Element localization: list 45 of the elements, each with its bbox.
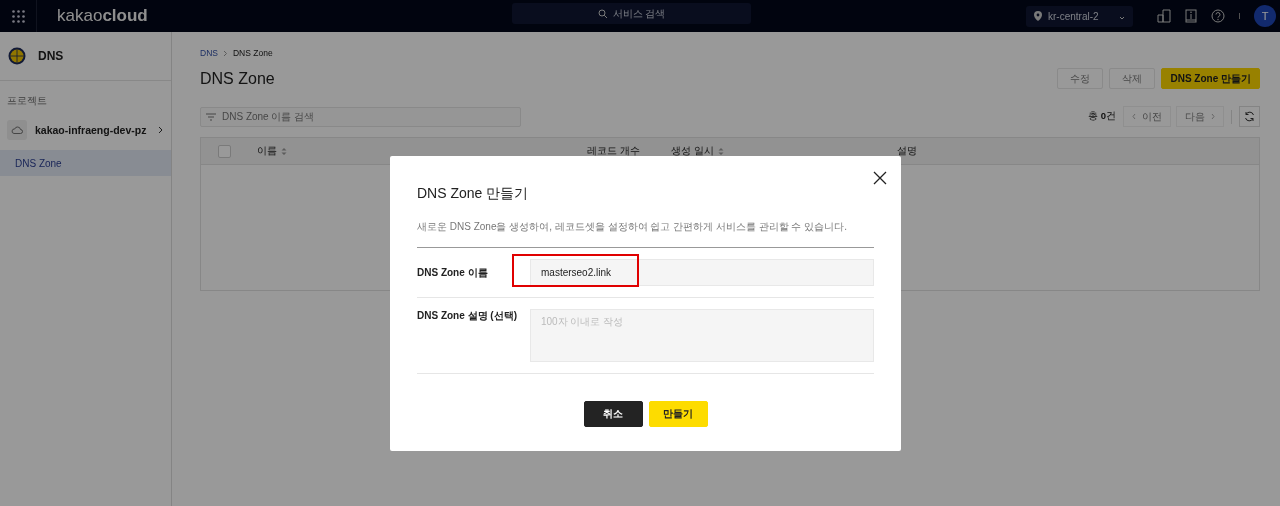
filter-icon	[206, 112, 216, 121]
filter-search-field[interactable]: DNS Zone 이름 검색	[200, 106, 521, 127]
column-header[interactable]: 이름	[257, 144, 277, 158]
dialog-title: DNS Zone 만들기	[417, 185, 530, 203]
cancel-button[interactable]: 취소	[583, 401, 643, 427]
help-icon[interactable]	[1211, 9, 1225, 23]
dialog-description: 새로운 DNS Zone을 생성하여, 레코드셋을 설정하여 쉽고 간편하게 서비스를 관리할 수 있습니다.	[417, 220, 874, 248]
column-header: 레코드 개수	[587, 144, 640, 158]
globe-icon	[8, 47, 26, 65]
region-selector[interactable]: kr-central-2	[1026, 5, 1133, 27]
chevron-right-icon	[222, 49, 228, 57]
breadcrumb-current: DNS Zone	[232, 48, 273, 58]
refresh-button[interactable]	[1239, 106, 1260, 127]
create-button[interactable]: 만들기	[648, 401, 708, 427]
building-icon[interactable]	[1157, 9, 1171, 23]
user-avatar[interactable]: T	[1254, 5, 1276, 27]
create-zone-button[interactable]: DNS Zone 만들기	[1161, 68, 1260, 89]
field-label: DNS Zone 설명 (선택)	[417, 309, 518, 323]
search-icon	[597, 8, 608, 19]
total-count: 총 0건	[1088, 110, 1116, 123]
kakaocloud-logo[interactable]: kakaocloud	[57, 6, 148, 26]
apps-grid-icon[interactable]	[11, 9, 25, 23]
sort-icon[interactable]	[717, 146, 724, 156]
service-title: DNS	[38, 49, 64, 63]
refresh-icon	[1244, 111, 1255, 122]
chevron-right-icon[interactable]	[158, 126, 163, 134]
field-label: DNS Zone 이름	[417, 265, 489, 280]
column-header[interactable]: 생성 일시	[671, 144, 714, 158]
project-selector[interactable]: kakao-infraeng-dev-pz	[35, 124, 147, 136]
zone-name-input[interactable]: masterseo2.link	[530, 259, 874, 286]
column-header: 설명	[897, 144, 917, 158]
page-title: DNS Zone	[200, 69, 275, 88]
close-icon[interactable]	[873, 171, 887, 185]
sidebar-item[interactable]: DNS Zone	[0, 150, 171, 176]
cloud-icon	[7, 120, 27, 140]
caret-down-icon[interactable]	[1119, 15, 1125, 20]
breadcrumb-link[interactable]: DNS	[200, 48, 218, 58]
location-pin-icon	[1034, 11, 1042, 21]
chevron-left-icon	[1132, 113, 1136, 120]
select-all-checkbox[interactable]	[218, 144, 231, 158]
chevron-right-icon	[1211, 113, 1215, 120]
sort-icon[interactable]	[281, 146, 287, 156]
section-label: 프로젝트	[6, 94, 48, 108]
book-icon[interactable]	[1185, 9, 1197, 23]
service-search-field[interactable]: 서비스 검색	[512, 3, 751, 24]
